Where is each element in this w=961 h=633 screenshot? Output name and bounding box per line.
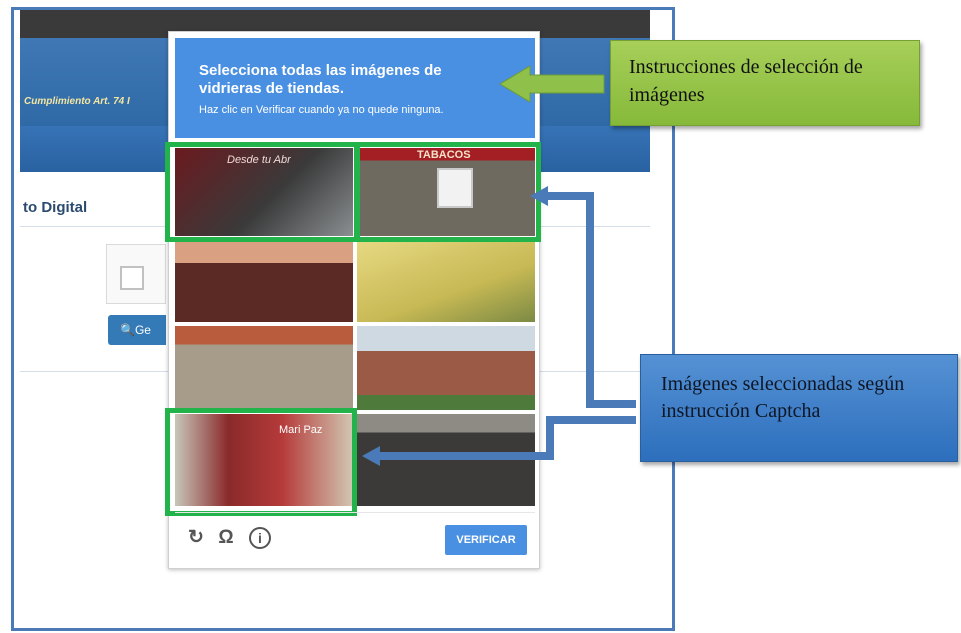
instructions-arrow (499, 65, 605, 103)
annotation-arrows (362, 65, 636, 466)
selection-arrow-lower-head (362, 446, 380, 466)
selection-arrow-lower (380, 416, 636, 460)
selection-arrow-upper (548, 192, 636, 408)
selection-arrow-upper-head (530, 186, 548, 206)
